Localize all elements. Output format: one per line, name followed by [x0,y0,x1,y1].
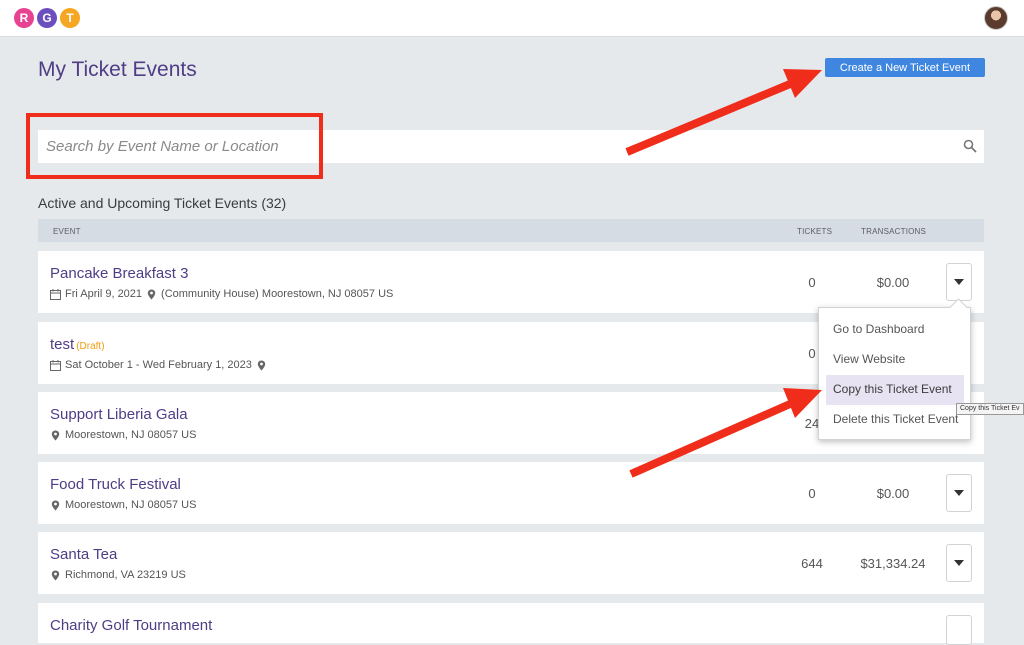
menu-item-go-to-dashboard[interactable]: Go to Dashboard [819,315,970,345]
row-actions-dropdown-button[interactable] [946,474,972,512]
row-actions-dropdown-button[interactable] [946,615,972,645]
annotation-highlight-box [26,113,323,179]
table-row[interactable]: Santa Tea Richmond, VA 23219 US 644 $31,… [38,532,984,594]
section-heading: Active and Upcoming Ticket Events (32) [38,195,287,211]
logo-letter-t: T [60,8,80,28]
event-transactions: $0.00 [876,275,910,290]
top-bar: R G T [0,0,1024,37]
calendar-icon [50,288,61,300]
event-date: Fri April 9, 2021 [65,288,143,300]
caret-down-icon [954,490,964,496]
event-tickets: 0 [808,486,816,501]
row-actions-dropdown-button[interactable] [946,544,972,582]
event-location: Richmond, VA 23219 US [65,569,186,581]
location-pin-icon [51,570,60,580]
row-actions-menu: Go to Dashboard View Website Copy this T… [818,307,971,440]
menu-item-copy-ticket-event[interactable]: Copy this Ticket Event [826,375,964,405]
rgt-logo[interactable]: R G T [14,8,80,28]
caret-down-icon [954,279,964,285]
event-name[interactable]: Food Truck Festival [50,476,181,493]
event-name[interactable]: Support Liberia Gala [50,406,188,423]
table-row[interactable]: Food Truck Festival Moorestown, NJ 08057… [38,462,984,524]
column-transactions: TRANSACTIONS [861,227,927,236]
tooltip: Copy this Ticket Ev [956,403,1024,415]
location-pin-icon [257,360,266,370]
event-transactions: $0.00 [876,486,910,501]
column-tickets: TICKETS [797,227,833,236]
event-tickets: 644 [801,556,823,571]
location-pin-icon [147,289,156,299]
location-pin-icon [51,430,60,440]
logo-letter-g: G [37,8,57,28]
event-tickets: 0 [808,275,816,290]
event-name[interactable]: Santa Tea [50,546,117,563]
draft-badge: (Draft) [76,341,105,352]
table-row[interactable]: Pancake Breakfast 3 Fri April 9, 2021 (C… [38,251,984,313]
event-location: Moorestown, NJ 08057 US [65,429,197,441]
table-header: EVENT TICKETS TRANSACTIONS [38,219,984,242]
page-title: My Ticket Events [38,58,197,81]
search-icon[interactable] [963,139,977,153]
event-location: (Community House) Moorestown, NJ 08057 U… [161,288,394,300]
event-date: Sat October 1 - Wed February 1, 2023 [65,359,252,371]
menu-item-delete-ticket-event[interactable]: Delete this Ticket Event [819,405,970,435]
table-row[interactable]: Charity Golf Tournament [38,603,984,645]
location-pin-icon [51,500,60,510]
event-transactions: $31,334.24 [860,556,926,571]
column-event: EVENT [53,227,81,236]
caret-down-icon [954,560,964,566]
create-ticket-event-button[interactable]: Create a New Ticket Event [825,58,985,77]
logo-letter-r: R [14,8,34,28]
event-name[interactable]: test [50,336,74,353]
user-avatar[interactable] [984,6,1008,30]
event-location: Moorestown, NJ 08057 US [65,499,197,511]
row-actions-dropdown-button[interactable] [946,263,972,301]
menu-item-view-website[interactable]: View Website [819,345,970,375]
event-name[interactable]: Pancake Breakfast 3 [50,265,188,282]
calendar-icon [50,359,61,371]
